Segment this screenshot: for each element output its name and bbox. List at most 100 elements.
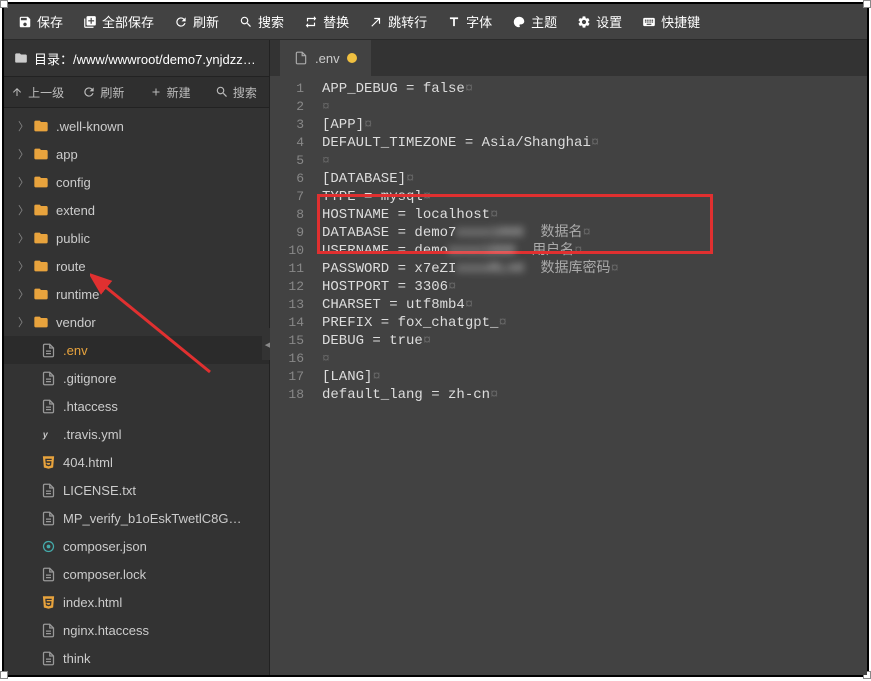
line-number: 16 [270,350,304,368]
tree-item-extend[interactable]: 〉extend [4,196,269,224]
doc-icon [40,342,56,358]
folder-icon [33,286,49,302]
tree-item-label: composer.lock [63,567,146,582]
settings-icon [577,15,591,29]
json-icon [40,538,56,554]
tree-item--well-known[interactable]: 〉.well-known [4,112,269,140]
subbar-label: 刷新 [100,84,124,101]
code-line-18: default_lang = zh-cn¤ [322,386,867,404]
line-number: 6 [270,170,304,188]
toolbar-shortcut-button[interactable]: 快捷键 [632,4,710,40]
doc-icon [40,482,56,498]
line-number: 17 [270,368,304,386]
tree-item-label: MP_verify_b1oEskTwetlC8G… [63,511,241,526]
code-line-11: PASSWORD = x7eZIxxxxRLnH 数据库密码¤ [322,260,867,278]
tree-item--gitignore[interactable]: .gitignore [4,364,269,392]
tree-item-index-html[interactable]: index.html [4,588,269,616]
tree-item-label: runtime [56,287,99,302]
toolbar-search-button[interactable]: 搜索 [229,4,294,40]
search-icon [239,15,253,29]
subbar-new-button[interactable]: 新建 [137,77,203,107]
line-number: 13 [270,296,304,314]
line-number: 9 [270,224,304,242]
tree-item-label: extend [56,203,95,218]
tree-item-404-html[interactable]: 404.html [4,448,269,476]
toolbar-save-button[interactable]: 保存 [8,4,73,40]
subbar-up-button[interactable]: 上一级 [4,77,70,107]
tree-item--travis-yml[interactable]: y .travis.yml [4,420,269,448]
toolbar-label: 搜索 [258,12,284,31]
toolbar-label: 跳转行 [388,12,427,31]
chevron-right-icon: 〉 [18,146,26,162]
doc-icon [40,650,56,666]
toolbar-saveall-button[interactable]: 全部保存 [73,4,164,40]
tree-item-label: 404.html [63,455,113,470]
subbar-refresh-button[interactable]: 刷新 [70,77,136,107]
tree-item-mp-verify-b1oesktwetlc8g-[interactable]: MP_verify_b1oEskTwetlC8G… [4,504,269,532]
editor-tabs: .env [270,40,867,76]
folder-icon [33,146,49,162]
tree-item-label: index.html [63,595,122,610]
toolbar-font-button[interactable]: 字体 [437,4,502,40]
toolbar-settings-button[interactable]: 设置 [567,4,632,40]
chevron-right-icon: 〉 [18,286,26,302]
main-toolbar: 保存 全部保存 刷新 搜索替换 跳转行字体主题设置快捷键 [4,4,867,40]
tree-item-think[interactable]: think [4,644,269,672]
tree-item-config[interactable]: 〉config [4,168,269,196]
toolbar-refresh-button[interactable]: 刷新 [164,4,229,40]
code-line-4: DEFAULT_TIMEZONE = Asia/Shanghai¤ [322,134,867,152]
tree-item-composer-lock[interactable]: composer.lock [4,560,269,588]
toolbar-label: 全部保存 [102,12,154,31]
toolbar-label: 刷新 [193,12,219,31]
up-icon [10,85,24,99]
folder-icon [33,202,49,218]
tree-item-app[interactable]: 〉app [4,140,269,168]
html-icon [40,454,56,470]
file-tree-sidebar: 目录：/www/wwwroot/demo7.ynjdzzd… 上一级 刷新 新建搜索… [4,40,270,675]
line-number: 18 [270,386,304,404]
tree-item-label: .travis.yml [63,427,122,442]
refresh-icon [174,15,188,29]
doc-icon [40,622,56,638]
breadcrumb-path: 目录：/www/wwwroot/demo7.ynjdzzd… [34,49,259,68]
folder-icon [33,258,49,274]
tree-item-route[interactable]: 〉route [4,252,269,280]
html-icon [40,594,56,610]
line-number: 10 [270,242,304,260]
tree-item-composer-json[interactable]: composer.json [4,532,269,560]
tree-item-label: .htaccess [63,399,118,414]
tree-item-runtime[interactable]: 〉 runtime [4,280,269,308]
toolbar-theme-button[interactable]: 主题 [502,4,567,40]
code-content[interactable]: APP_DEBUG = false¤¤[APP]¤DEFAULT_TIMEZON… [314,76,867,675]
toolbar-label: 保存 [37,12,63,31]
tab-env[interactable]: .env [280,40,371,76]
line-number: 5 [270,152,304,170]
subbar-label: 新建 [167,84,191,101]
code-line-3: [APP]¤ [322,116,867,134]
code-line-6: [DATABASE]¤ [322,170,867,188]
tree-item-nginx-htaccess[interactable]: nginx.htaccess [4,616,269,644]
tree-item-license-txt[interactable]: LICENSE.txt [4,476,269,504]
code-area[interactable]: 123456789101112131415161718 APP_DEBUG = … [270,76,867,675]
tree-item-vendor[interactable]: 〉vendor [4,308,269,336]
code-line-14: PREFIX = fox_chatgpt_¤ [322,314,867,332]
line-number: 4 [270,134,304,152]
search-icon [215,85,229,99]
tree-item-label: think [63,651,90,666]
toolbar-goto-button[interactable]: 跳转行 [359,4,437,40]
line-number: 7 [270,188,304,206]
tree-item--htaccess[interactable]: .htaccess [4,392,269,420]
toolbar-replace-button[interactable]: 替换 [294,4,359,40]
tree-item--env[interactable]: .env [4,336,269,364]
tree-item-public[interactable]: 〉public [4,224,269,252]
doc-icon [40,398,56,414]
code-line-15: DEBUG = true¤ [322,332,867,350]
subbar-search-button[interactable]: 搜索 [203,77,269,107]
folder-icon [33,230,49,246]
editor-pane: ◀ .env 123456789101112131415161718 APP_D… [270,40,867,675]
code-line-9: DATABASE = demo7xxxx1008 数据名¤ [322,224,867,242]
code-line-10: USERNAME = demoxxxx1008 用户名¤ [322,242,867,260]
goto-icon [369,15,383,29]
svg-text:y: y [41,429,48,439]
line-gutter: 123456789101112131415161718 [270,76,314,675]
